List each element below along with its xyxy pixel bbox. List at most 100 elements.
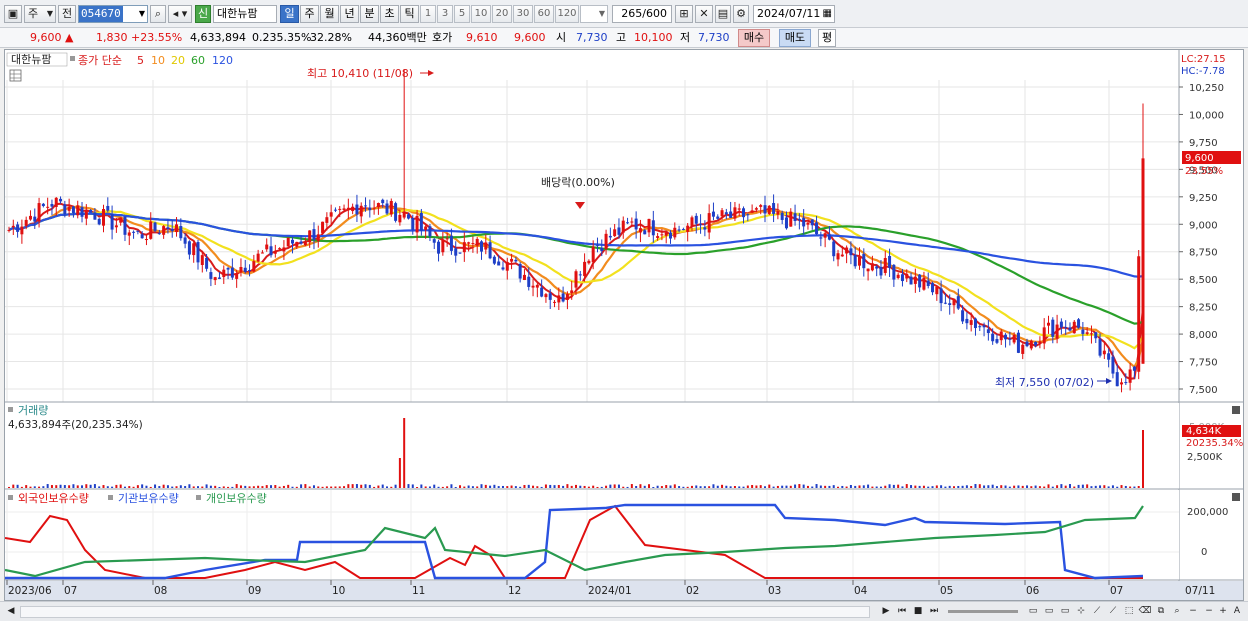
candle-body bbox=[823, 233, 827, 238]
close-volume-panel-icon[interactable] bbox=[1232, 406, 1240, 414]
eraser-icon[interactable]: ⌫ bbox=[1138, 605, 1152, 619]
buy-button[interactable]: 매수 bbox=[738, 29, 770, 47]
candle-body bbox=[595, 244, 599, 246]
period-tick[interactable]: 틱 bbox=[400, 5, 419, 23]
volume-bar bbox=[287, 484, 290, 488]
candle-body bbox=[1128, 369, 1132, 383]
low-price: 7,730 bbox=[698, 31, 730, 44]
candle-body bbox=[282, 247, 286, 252]
average-button[interactable]: 평 bbox=[818, 29, 836, 47]
font-size-icon[interactable]: A bbox=[1230, 605, 1244, 619]
candle-body bbox=[643, 230, 647, 235]
calendar-icon[interactable]: ▦ bbox=[823, 6, 832, 22]
interval-custom[interactable]: ▼ bbox=[580, 5, 608, 23]
period-second[interactable]: 초 bbox=[380, 5, 399, 23]
candle-body bbox=[896, 274, 900, 278]
volume-bar bbox=[652, 486, 655, 488]
period-week[interactable]: 주 bbox=[300, 5, 319, 23]
interval-10[interactable]: 10 bbox=[471, 5, 491, 23]
interval-1[interactable]: 1 bbox=[420, 5, 436, 23]
volume-bar bbox=[141, 484, 144, 488]
candle-body bbox=[1021, 344, 1025, 354]
x-axis-label: 12 bbox=[508, 585, 521, 597]
volume-bar bbox=[764, 486, 766, 488]
close-holdings-panel-icon[interactable] bbox=[1232, 493, 1240, 501]
date-input[interactable]: 2024/07/11 ▦ bbox=[753, 5, 835, 23]
stop-icon[interactable]: ■ bbox=[911, 605, 925, 619]
crosshair-tool-icon[interactable]: ⊹ bbox=[1074, 605, 1088, 619]
candle-body bbox=[1059, 321, 1063, 328]
line-tool-icon[interactable]: ⟋ bbox=[1090, 605, 1104, 619]
save-icon[interactable]: ▤ bbox=[715, 5, 731, 23]
volume-bar bbox=[579, 485, 582, 488]
volume-bar bbox=[235, 484, 238, 488]
zoom-out-icon[interactable]: − bbox=[1186, 605, 1200, 619]
x-axis-label: 09 bbox=[248, 585, 261, 597]
volume-bar bbox=[381, 484, 384, 488]
layout-icon-3[interactable]: ▭ bbox=[1058, 605, 1072, 619]
trend-tool-icon[interactable]: ⟋ bbox=[1106, 605, 1120, 619]
candle-body bbox=[1038, 341, 1042, 344]
interval-120[interactable]: 120 bbox=[555, 5, 579, 23]
all-button[interactable]: 전 bbox=[58, 5, 76, 23]
interval-60[interactable]: 60 bbox=[534, 5, 554, 23]
volume-tick: 2,500K bbox=[1187, 452, 1223, 463]
crosshair-icon[interactable]: ✕ bbox=[695, 5, 713, 23]
search-icon[interactable]: ⌕ bbox=[150, 5, 166, 23]
chart-scrollbar[interactable]: ◀ ▶ ⏮ ■ ⏭ ▭ ▭ ▭ ⊹ ⟋ ⟋ ⬚ ⌫ ⧉ ⌕ − − + A bbox=[0, 601, 1248, 621]
last-page-icon[interactable]: ⏭ bbox=[927, 605, 941, 619]
scroll-track[interactable] bbox=[20, 606, 870, 618]
stock-chart[interactable]: 대한뉴팜 종가 단순 5 10 20 60 120 최고 10,410 (11/… bbox=[4, 50, 1243, 600]
copy-icon[interactable]: ⧉ bbox=[1154, 605, 1168, 619]
volume-bar bbox=[673, 484, 676, 488]
scroll-left-icon[interactable]: ◀ bbox=[4, 605, 18, 619]
window-icon[interactable]: ▣ bbox=[4, 5, 22, 23]
candle-body bbox=[913, 276, 917, 284]
price-tick-label: 8,750 bbox=[1189, 248, 1218, 259]
sound-icon[interactable]: ◂ ▾ bbox=[168, 5, 192, 23]
first-page-icon[interactable]: ⏮ bbox=[895, 605, 909, 619]
volume-bar bbox=[970, 486, 973, 488]
candle-body bbox=[441, 240, 445, 253]
layout-icon-1[interactable]: ▭ bbox=[1026, 605, 1040, 619]
volume-bar bbox=[291, 486, 294, 488]
sell-button[interactable]: 매도 bbox=[779, 29, 811, 47]
candle-body bbox=[1047, 322, 1050, 326]
candle-body bbox=[883, 258, 887, 273]
stock-code-input[interactable]: 054670 ▼ bbox=[78, 5, 148, 23]
chevron-down-icon[interactable]: ▼ bbox=[139, 6, 145, 22]
layout-icon-2[interactable]: ▭ bbox=[1042, 605, 1056, 619]
candle-body bbox=[1081, 329, 1085, 334]
current-price-tag: 9,600 bbox=[1185, 153, 1214, 164]
gear-icon[interactable]: ⚙ bbox=[733, 5, 749, 23]
interval-30[interactable]: 30 bbox=[513, 5, 533, 23]
candle-body bbox=[647, 218, 651, 233]
volume-current-tag: 4,634K bbox=[1186, 426, 1222, 437]
candle-body bbox=[982, 325, 986, 328]
chart-area[interactable]: 대한뉴팜 종가 단순 5 10 20 60 120 최고 10,410 (11/… bbox=[4, 49, 1244, 601]
period-month[interactable]: 월 bbox=[320, 5, 339, 23]
candle-body bbox=[866, 268, 870, 272]
zoom-slider[interactable] bbox=[948, 610, 1018, 613]
zoom-out-icon[interactable]: − bbox=[1202, 605, 1216, 619]
interval-3[interactable]: 3 bbox=[437, 5, 453, 23]
x-axis-label: 07 bbox=[64, 585, 77, 597]
count-input[interactable]: 265/600 bbox=[612, 5, 672, 23]
candle-body bbox=[1051, 319, 1055, 337]
table-icon[interactable] bbox=[9, 69, 22, 82]
magnify-icon[interactable]: ⌕ bbox=[1170, 605, 1184, 619]
interval-5[interactable]: 5 bbox=[454, 5, 470, 23]
interval-20[interactable]: 20 bbox=[492, 5, 512, 23]
candle-body bbox=[531, 285, 535, 288]
zoom-icon[interactable]: ⊞ bbox=[675, 5, 693, 23]
volume-bar bbox=[901, 486, 904, 488]
period-day[interactable]: 일 bbox=[280, 5, 299, 23]
volume-bar bbox=[312, 485, 315, 488]
period-year[interactable]: 년 bbox=[340, 5, 359, 23]
draw-tool-icon[interactable]: ⬚ bbox=[1122, 605, 1136, 619]
candle-body bbox=[54, 197, 58, 207]
period-minute[interactable]: 분 bbox=[360, 5, 379, 23]
scroll-right-icon[interactable]: ▶ bbox=[879, 605, 893, 619]
zoom-in-icon[interactable]: + bbox=[1216, 605, 1230, 619]
type-select[interactable]: 주 ▼ bbox=[24, 5, 56, 23]
